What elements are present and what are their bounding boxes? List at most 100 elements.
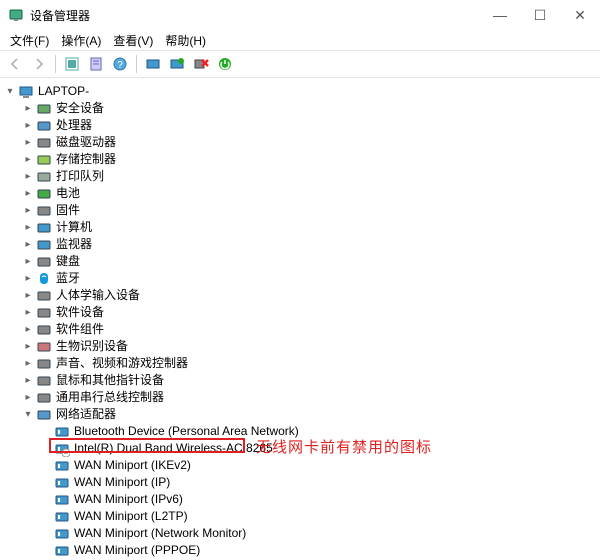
titlebar: 设备管理器 — ☐ ✕: [0, 0, 600, 30]
expand-icon[interactable]: ▸: [22, 239, 34, 251]
device-label: WAN Miniport (IP): [74, 474, 170, 491]
back-button[interactable]: [4, 53, 26, 75]
category-label: 人体学输入设备: [56, 287, 140, 304]
minimize-button[interactable]: —: [480, 0, 520, 30]
category-icon: [36, 152, 52, 168]
category-node[interactable]: ▸ 软件组件: [4, 321, 600, 338]
root-label: LAPTOP-: [38, 83, 89, 100]
expand-icon[interactable]: ▸: [22, 273, 34, 285]
category-icon: [36, 220, 52, 236]
device-label: WAN Miniport (Network Monitor): [74, 525, 246, 542]
category-node[interactable]: ▸ 鼠标和其他指针设备: [4, 372, 600, 389]
category-node[interactable]: ▸ 安全设备: [4, 100, 600, 117]
expand-icon[interactable]: ▾: [4, 86, 16, 98]
category-node[interactable]: ▸ 打印队列: [4, 168, 600, 185]
close-button[interactable]: ✕: [560, 0, 600, 30]
category-label: 软件组件: [56, 321, 104, 338]
uninstall-button[interactable]: [190, 53, 212, 75]
category-node[interactable]: ▸ 蓝牙: [4, 270, 600, 287]
category-node[interactable]: ▸ 声音、视频和游戏控制器: [4, 355, 600, 372]
svg-text:?: ?: [117, 60, 123, 71]
category-node[interactable]: ▸ 通用串行总线控制器: [4, 389, 600, 406]
category-label: 蓝牙: [56, 270, 80, 287]
update-button[interactable]: [166, 53, 188, 75]
forward-button[interactable]: [28, 53, 50, 75]
device-label: WAN Miniport (IPv6): [74, 491, 183, 508]
toolbar: ?: [0, 50, 600, 78]
device-node[interactable]: WAN Miniport (PPPOE): [4, 542, 600, 559]
category-node[interactable]: ▸ 监视器: [4, 236, 600, 253]
category-node[interactable]: ▸软件设备: [4, 304, 600, 321]
category-node[interactable]: ▾ 网络适配器: [4, 406, 600, 423]
expand-icon[interactable]: ▾: [22, 409, 34, 421]
category-node[interactable]: ▸ 固件: [4, 202, 600, 219]
category-node[interactable]: ▸电池: [4, 185, 600, 202]
category-node[interactable]: ▸键盘: [4, 253, 600, 270]
root-node[interactable]: ▾ LAPTOP-⠀⠀⠀⠀⠀: [4, 83, 600, 100]
device-node[interactable]: WAN Miniport (Network Monitor): [4, 525, 600, 542]
device-node[interactable]: WAN Miniport (IKEv2): [4, 457, 600, 474]
expand-icon[interactable]: ▸: [22, 188, 34, 200]
category-node[interactable]: ▸ 人体学输入设备: [4, 287, 600, 304]
expand-icon[interactable]: ▸: [22, 205, 34, 217]
device-node[interactable]: WAN Miniport (L2TP): [4, 508, 600, 525]
window-title: 设备管理器: [30, 7, 480, 24]
category-label: 存储控制器: [56, 151, 116, 168]
category-label: 声音、视频和游戏控制器: [56, 355, 188, 372]
device-node[interactable]: WAN Miniport (IP): [4, 474, 600, 491]
category-label: 网络适配器: [56, 406, 116, 423]
category-icon: [36, 373, 52, 389]
network-adapter-icon: [54, 458, 70, 474]
category-icon: [36, 186, 52, 202]
expand-icon[interactable]: ▸: [22, 324, 34, 336]
category-label: 打印队列: [56, 168, 104, 185]
network-adapter-icon: [54, 441, 70, 457]
annotation-text: 无线网卡前有禁用的图标: [256, 436, 432, 457]
category-label: 固件: [56, 202, 80, 219]
help-button[interactable]: ?: [109, 53, 131, 75]
menu-view[interactable]: 查看(V): [109, 32, 157, 49]
category-node[interactable]: ▸ 存储控制器: [4, 151, 600, 168]
menu-file[interactable]: 文件(F): [6, 32, 53, 49]
category-icon: [36, 305, 52, 321]
expand-icon[interactable]: ▸: [22, 222, 34, 234]
properties-button[interactable]: [85, 53, 107, 75]
category-node[interactable]: ▸ 计算机: [4, 219, 600, 236]
device-tree[interactable]: ▾ LAPTOP-⠀⠀⠀⠀⠀ ▸安全设备▸处理器▸磁盘驱动器▸存储控制器▸打印队…: [0, 78, 600, 560]
expand-icon[interactable]: ▸: [22, 137, 34, 149]
enable-button[interactable]: [214, 53, 236, 75]
show-hidden-button[interactable]: [61, 53, 83, 75]
menu-action[interactable]: 操作(A): [57, 32, 105, 49]
expand-icon[interactable]: ▸: [22, 154, 34, 166]
expand-icon[interactable]: ▸: [22, 256, 34, 268]
category-icon: [36, 271, 52, 287]
category-icon: [36, 254, 52, 270]
expand-icon[interactable]: ▸: [22, 341, 34, 353]
device-label: WAN Miniport (PPPOE): [74, 542, 200, 559]
maximize-button[interactable]: ☐: [520, 0, 560, 30]
category-label: 监视器: [56, 236, 92, 253]
expand-icon[interactable]: ▸: [22, 358, 34, 370]
expand-icon[interactable]: ▸: [22, 103, 34, 115]
expand-icon[interactable]: ▸: [22, 120, 34, 132]
category-node[interactable]: ▸磁盘驱动器: [4, 134, 600, 151]
scan-button[interactable]: [142, 53, 164, 75]
device-node[interactable]: WAN Miniport (IPv6): [4, 491, 600, 508]
category-label: 鼠标和其他指针设备: [56, 372, 164, 389]
expand-icon[interactable]: ▸: [22, 171, 34, 183]
category-icon: [36, 288, 52, 304]
expand-icon[interactable]: ▸: [22, 392, 34, 404]
category-label: 计算机: [56, 219, 92, 236]
category-label: 通用串行总线控制器: [56, 389, 164, 406]
category-icon: [36, 135, 52, 151]
category-node[interactable]: ▸生物识别设备: [4, 338, 600, 355]
category-node[interactable]: ▸ 处理器: [4, 117, 600, 134]
category-label: 安全设备: [56, 100, 104, 117]
expand-icon[interactable]: ▸: [22, 307, 34, 319]
menu-help[interactable]: 帮助(H): [161, 32, 210, 49]
category-label: 处理器: [56, 117, 92, 134]
expand-icon[interactable]: ▸: [22, 290, 34, 302]
category-icon: [36, 118, 52, 134]
expand-icon[interactable]: ▸: [22, 375, 34, 387]
category-icon: [36, 101, 52, 117]
